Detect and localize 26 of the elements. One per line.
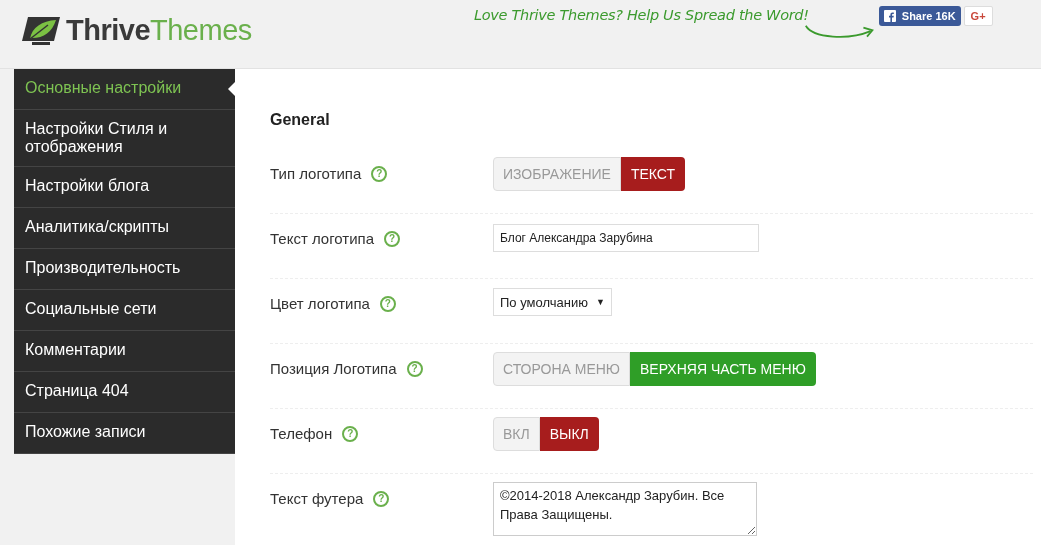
leaf-logo-icon — [22, 14, 62, 47]
promo-text: Love Thrive Themes? Help Us Spread the Word! — [473, 7, 809, 23]
field-label: Тип логотипа — [270, 165, 362, 182]
help-icon: ? — [384, 230, 401, 247]
logo-text: Themes — [150, 14, 252, 47]
field-label: Цвет логотипа — [270, 295, 370, 312]
share-button[interactable]: Share 16K — [878, 6, 961, 26]
text-field[interactable]: Блог Александра Зарубина — [493, 224, 759, 252]
caret-icon: ▼ — [595, 297, 605, 307]
help-icon: ? — [406, 360, 423, 377]
toggle-option[interactable]: ТЕКСТ — [620, 157, 686, 191]
facebook-icon — [883, 10, 896, 22]
help-icon: ? — [373, 490, 390, 507]
field-label: Телефон — [270, 425, 333, 442]
google-plus-button[interactable]: G+ — [963, 6, 993, 26]
help-icon: ? — [379, 295, 396, 312]
help-icon: ? — [342, 425, 359, 442]
logo-text: Thrive — [66, 14, 151, 47]
field-label: Текст логотипа — [270, 230, 375, 247]
field-label: Позиция Логотипа — [270, 360, 397, 377]
field-label: Текст футера — [270, 490, 364, 507]
help-icon: ? — [371, 165, 388, 182]
toggle-option[interactable]: ВЫКЛ — [539, 417, 599, 451]
section-title: General — [270, 111, 331, 129]
text-area[interactable]: ©2014-2018 Александр Зарубин. Все Права Защищены. — [493, 482, 757, 536]
dropdown[interactable]: По умолчанию ▼ — [493, 288, 612, 316]
